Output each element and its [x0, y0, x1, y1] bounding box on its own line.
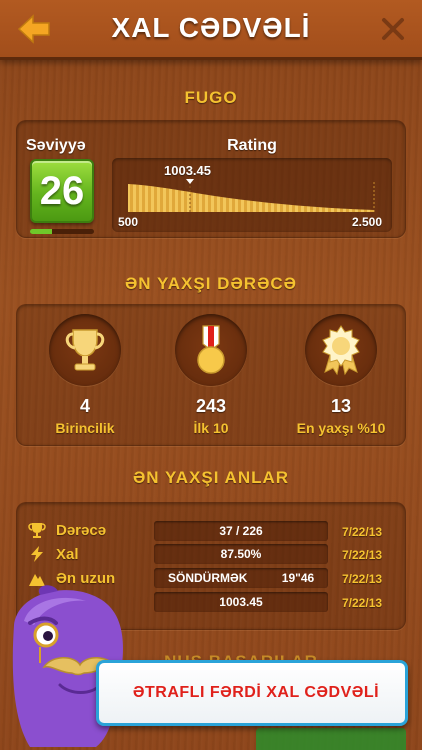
rosette-icon: [322, 325, 360, 376]
detailed-leaderboard-label: ƏTRAFLI FƏRDİ XAL CƏDVƏLİ: [132, 684, 380, 701]
trophy-badge: [49, 314, 121, 386]
trophy-icon: [65, 329, 105, 371]
trophy-icon: [28, 523, 46, 538]
back-button[interactable]: [14, 12, 54, 46]
medal-badge: [175, 314, 247, 386]
detailed-leaderboard-button[interactable]: ƏTRAFLI FƏRDİ XAL CƏDVƏLİ: [96, 660, 408, 726]
moment-rank-label: Dərəcə: [56, 522, 107, 539]
level-badge: 26: [30, 159, 94, 223]
top10-label: İlk 10: [193, 420, 229, 436]
best-ranks-title: ƏN YAXŞI DƏRƏCƏ: [124, 274, 298, 293]
close-icon: [382, 18, 404, 40]
close-button[interactable]: [378, 14, 408, 44]
moment-score-value: 87.50%: [154, 544, 328, 564]
moment-rank-value: 37 / 226: [154, 521, 328, 541]
lightning-icon: [31, 546, 43, 562]
moment-longest-word: SÖNDÜRMƏK: [168, 571, 248, 585]
level-progress-bar: [30, 229, 94, 234]
rating-graph: [128, 178, 375, 212]
best-moments-title: ƏN YAXŞI ANLAR: [132, 468, 290, 487]
level-label: Səviyyə: [26, 137, 86, 154]
moment-score-label: Xal: [56, 546, 79, 563]
rating-marker-arrow: [186, 179, 194, 184]
top10-value: 243: [195, 396, 227, 416]
top10pct-label: En yaxşı %10: [296, 420, 386, 436]
app-root: XAL CƏDVƏLİ FUGO Səviyyə 26 Rating 1003.…: [0, 0, 422, 750]
rating-label: Rating: [227, 137, 277, 154]
page-title: XAL CƏDVƏLİ: [111, 12, 311, 43]
moment-longest-date: 7/22/13: [342, 572, 383, 586]
rosette-badge: [305, 314, 377, 386]
bottom-green-button-edge[interactable]: [256, 728, 406, 750]
rating-current-value: 1003.45: [164, 163, 211, 178]
level-progress-fill: [30, 229, 53, 234]
moment-score-date: 7/22/13: [342, 548, 383, 562]
rating-max-label: 2.500: [352, 215, 383, 229]
player-name: FUGO: [184, 88, 238, 107]
back-arrow-icon: [17, 14, 50, 44]
rating-area: [128, 184, 374, 212]
top10pct-value: 13: [330, 396, 352, 416]
moment-longest-time: 19"46: [281, 571, 315, 585]
first-places-value: 4: [79, 396, 90, 416]
first-places-label: Birincilik: [55, 420, 115, 436]
moment-rank-date: 7/22/13: [342, 525, 383, 539]
moment-rating-date: 7/22/13: [342, 596, 383, 610]
medal-icon: [197, 325, 225, 374]
moment-rating-value: 1003.45: [154, 592, 328, 612]
rating-chart: [112, 158, 392, 232]
rating-min-label: 500: [118, 215, 139, 229]
header-bar: XAL CƏDVƏLİ: [0, 0, 422, 60]
